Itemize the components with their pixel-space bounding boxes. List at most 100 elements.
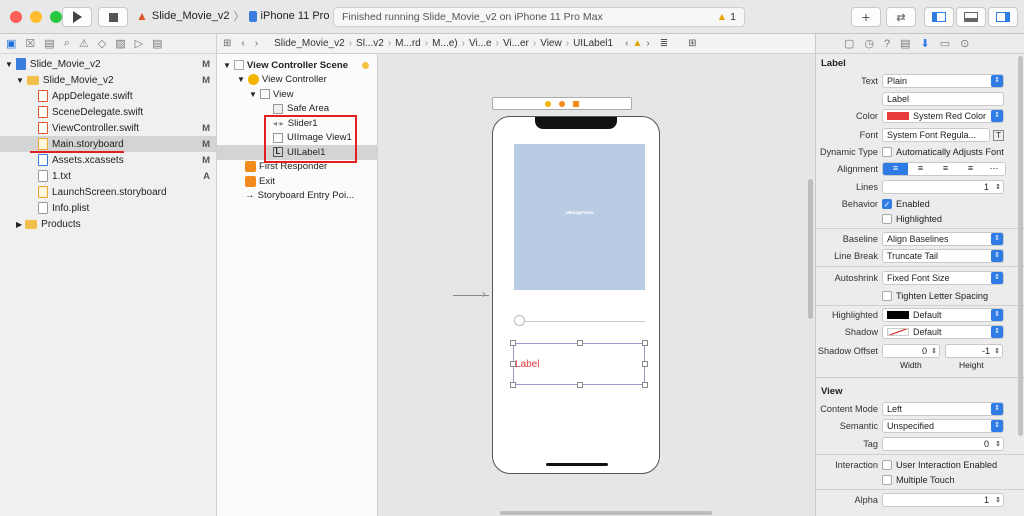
user-interaction-checkbox[interactable] bbox=[882, 460, 892, 470]
file-inspector-icon[interactable]: ▢ bbox=[844, 37, 854, 50]
align-justify-icon[interactable]: ≡ bbox=[958, 163, 983, 175]
shadow-height-stepper[interactable]: -1 ⇕ bbox=[945, 344, 1003, 358]
storyboard-canvas[interactable]: › UIImageView Label bbox=[378, 54, 815, 516]
jump-item[interactable]: Slide_Movie_v2 bbox=[274, 38, 345, 49]
tree-item-group[interactable]: ▶ Products bbox=[0, 216, 216, 232]
add-editor-icon[interactable]: ⊞ bbox=[688, 38, 696, 49]
back-arrow-icon[interactable]: ‹ bbox=[241, 38, 244, 49]
forward-arrow-icon[interactable]: › bbox=[255, 38, 258, 49]
issue-icon[interactable]: ⚠ bbox=[79, 37, 89, 50]
shadow-width-stepper[interactable]: 0 ⇕ bbox=[882, 344, 940, 358]
next-issue-icon[interactable]: › bbox=[646, 38, 649, 49]
color-popup[interactable]: System Red Color ⇕ bbox=[882, 109, 1004, 123]
toggle-inspector-button[interactable] bbox=[988, 7, 1018, 27]
tree-item-file[interactable]: Info.plist bbox=[0, 200, 216, 216]
semantic-popup[interactable]: Unspecified ⇕ bbox=[882, 419, 1004, 433]
prev-issue-icon[interactable]: ‹ bbox=[625, 38, 628, 49]
warning-icon[interactable]: ▲ bbox=[632, 38, 642, 49]
jump-item[interactable]: M...e) bbox=[432, 38, 458, 49]
resize-handle[interactable] bbox=[642, 382, 648, 388]
jump-item[interactable]: Sl...v2 bbox=[356, 38, 384, 49]
font-field[interactable]: System Font Regula... bbox=[882, 128, 990, 142]
outline-entry-point[interactable]: → Storyboard Entry Poi... bbox=[217, 189, 377, 204]
resize-handle[interactable] bbox=[642, 361, 648, 367]
breakpoint-icon[interactable]: ▷ bbox=[135, 37, 143, 50]
attributes-icon[interactable]: ⬇ bbox=[921, 37, 930, 50]
connections-icon[interactable]: ⊙ bbox=[960, 37, 969, 50]
tag-stepper[interactable]: 0 ⇕ bbox=[882, 437, 1004, 451]
outline-view[interactable]: ▼ View bbox=[217, 87, 377, 102]
font-picker-icon[interactable]: T bbox=[993, 129, 1004, 141]
size-icon[interactable]: ▭ bbox=[940, 37, 950, 50]
vc-dock-icon[interactable] bbox=[545, 100, 551, 107]
text-type-popup[interactable]: Plain ⇕ bbox=[882, 74, 1004, 88]
resize-handle[interactable] bbox=[510, 382, 516, 388]
tree-item-file[interactable]: 1.txt A bbox=[0, 168, 216, 184]
history-icon[interactable]: ◷ bbox=[864, 37, 874, 50]
help-icon[interactable]: ? bbox=[884, 38, 890, 50]
outline-exit[interactable]: Exit bbox=[217, 174, 377, 189]
close-window-button[interactable] bbox=[10, 10, 22, 23]
code-review-button[interactable]: ⇄ bbox=[886, 7, 916, 27]
tree-item-file[interactable]: ViewController.swift M bbox=[0, 120, 216, 136]
selected-label[interactable]: Label bbox=[510, 340, 648, 388]
highlighted-color-popup[interactable]: Default ⇕ bbox=[882, 308, 1004, 322]
align-right-icon[interactable]: ≡ bbox=[933, 163, 958, 175]
resize-handle[interactable] bbox=[577, 382, 583, 388]
resize-handle[interactable] bbox=[510, 361, 516, 367]
jump-item[interactable]: Vi...er bbox=[503, 38, 529, 49]
vertical-scrollbar[interactable] bbox=[808, 179, 813, 319]
multiple-touch-checkbox[interactable] bbox=[882, 475, 892, 485]
search-icon[interactable]: ⌕ bbox=[64, 37, 70, 50]
autoshrink-popup[interactable]: Fixed Font Size ⇕ bbox=[882, 271, 1004, 285]
run-button[interactable] bbox=[62, 7, 92, 27]
line-break-popup[interactable]: Truncate Tail ⇕ bbox=[882, 249, 1004, 263]
jump-item[interactable]: UILabel1 bbox=[573, 38, 613, 49]
tighten-checkbox[interactable] bbox=[882, 291, 892, 301]
exit-dock-icon[interactable] bbox=[573, 100, 579, 107]
debug-icon[interactable]: ▨ bbox=[115, 37, 125, 50]
align-left-icon[interactable]: ≡ bbox=[883, 163, 908, 175]
slider-thumb[interactable] bbox=[514, 315, 525, 326]
warning-indicator[interactable]: ▲ 1 bbox=[717, 11, 736, 23]
content-mode-popup[interactable]: Left ⇕ bbox=[882, 402, 1004, 416]
baseline-popup[interactable]: Align Baselines ⇕ bbox=[882, 232, 1004, 246]
tree-item-file[interactable]: LaunchScreen.storyboard bbox=[0, 184, 216, 200]
outline-scene[interactable]: ▼ View Controller Scene bbox=[217, 58, 377, 73]
source-control-icon[interactable]: ☒ bbox=[25, 37, 35, 50]
slider[interactable] bbox=[514, 315, 645, 329]
test-icon[interactable]: ◇ bbox=[98, 37, 106, 50]
highlighted-checkbox[interactable] bbox=[882, 214, 892, 224]
add-library-button[interactable]: + bbox=[851, 7, 881, 27]
grid-icon[interactable]: ⊞ bbox=[223, 38, 231, 49]
tree-item-file[interactable]: AppDelegate.swift bbox=[0, 88, 216, 104]
zoom-window-button[interactable] bbox=[50, 10, 62, 23]
resize-handle[interactable] bbox=[510, 340, 516, 346]
alpha-stepper[interactable]: 1 ⇕ bbox=[882, 493, 1004, 507]
horizontal-scrollbar[interactable] bbox=[500, 511, 712, 515]
resize-handle[interactable] bbox=[642, 340, 648, 346]
outline-view-controller[interactable]: ▼ View Controller bbox=[217, 73, 377, 88]
image-view[interactable]: UIImageView bbox=[514, 144, 645, 290]
jump-item[interactable]: M...rd bbox=[395, 38, 421, 49]
tree-item-group[interactable]: ▼ Slide_Movie_v2 M bbox=[0, 72, 216, 88]
tree-item-project[interactable]: ▼ Slide_Movie_v2 M bbox=[0, 56, 216, 72]
tree-item-file[interactable]: Assets.xcassets M bbox=[0, 152, 216, 168]
resize-handle[interactable] bbox=[577, 340, 583, 346]
dynamic-type-checkbox[interactable] bbox=[882, 147, 892, 157]
responder-dock-icon[interactable] bbox=[559, 100, 565, 107]
lines-stepper[interactable]: 1 ⇕ bbox=[882, 180, 1004, 194]
text-content-field[interactable]: Label bbox=[882, 92, 1004, 106]
stop-button[interactable] bbox=[98, 7, 128, 27]
enabled-checkbox[interactable]: ✓ bbox=[882, 199, 892, 209]
jump-item[interactable]: View bbox=[540, 38, 562, 49]
align-center-icon[interactable]: ≡ bbox=[908, 163, 933, 175]
outline-safe-area[interactable]: Safe Area bbox=[217, 102, 377, 117]
folder-icon[interactable]: ▣ bbox=[6, 37, 16, 50]
tree-item-file-selected[interactable]: Main.storyboard M bbox=[0, 136, 216, 153]
toggle-navigator-button[interactable] bbox=[924, 7, 954, 27]
report-icon[interactable]: ▤ bbox=[152, 37, 162, 50]
tree-item-file[interactable]: SceneDelegate.swift bbox=[0, 104, 216, 120]
identity-icon[interactable]: ▤ bbox=[900, 37, 910, 50]
toggle-debug-area-button[interactable] bbox=[956, 7, 986, 27]
